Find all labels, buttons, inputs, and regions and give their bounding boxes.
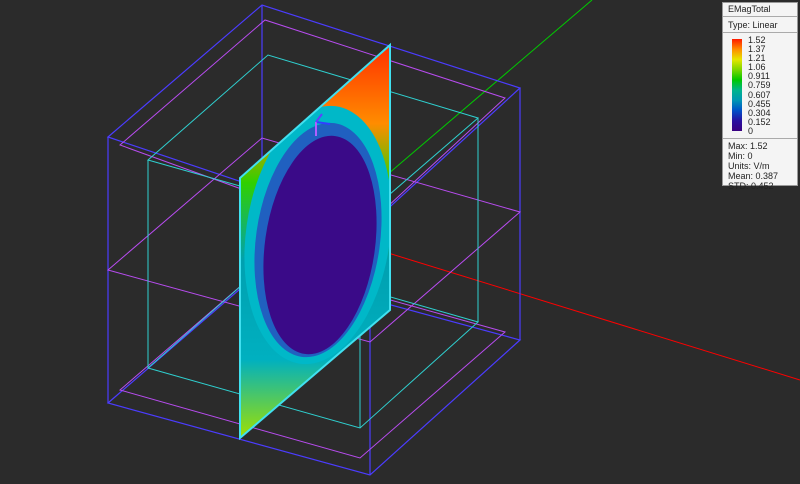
- stat-mean: Mean: 0.387: [728, 171, 779, 181]
- legend-stats: Max: 1.52 Min: 0 Units: V/m Mean: 0.387 …: [723, 138, 797, 191]
- legend-title: EMagTotal: [723, 3, 797, 17]
- field-plot-plane: [240, 45, 390, 438]
- scale-label: 0: [748, 125, 754, 136]
- stat-max: Max: 1.52: [728, 141, 768, 151]
- legend-color-scale: 1.52 1.37 1.21 1.06 0.911 0.759 0.607 0.…: [723, 35, 797, 136]
- stat-units: Units: V/m: [728, 161, 770, 171]
- field-legend[interactable]: EMagTotal Type: Linear 1.52 1.37 1.21 1.…: [722, 2, 798, 191]
- x-axis: [319, 231, 800, 381]
- stat-std: STD: 0.452: [728, 181, 774, 191]
- color-bar: [732, 39, 742, 131]
- 3d-viewport[interactable]: [0, 0, 800, 484]
- legend-type: Type: Linear: [723, 19, 797, 33]
- stat-min: Min: 0: [728, 151, 753, 161]
